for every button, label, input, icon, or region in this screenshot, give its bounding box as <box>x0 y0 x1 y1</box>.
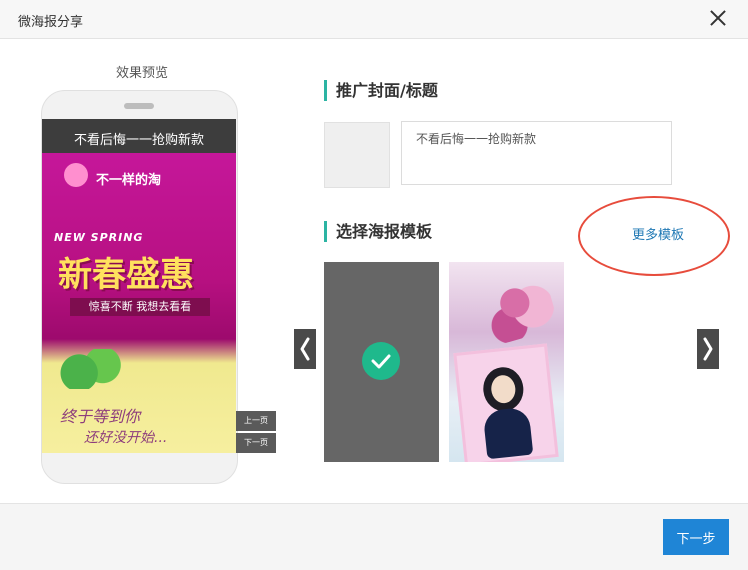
poster-script-line-2: 还好没开始... <box>84 430 168 446</box>
dialog-title: 微海报分享 <box>18 15 84 30</box>
check-icon <box>362 342 400 380</box>
phone-screen: 不看后悔一一抢购新款 不一样的淘 NEW SPRING 新春盛惠 惊喜不断 我想… <box>42 119 236 453</box>
balloon-icon <box>64 163 88 187</box>
template-card-selected[interactable] <box>324 262 439 462</box>
next-step-button[interactable]: 下一步 <box>663 519 729 555</box>
leaves-illustration <box>48 349 126 389</box>
poster-ribbon-text: 惊喜不断 我想去看看 <box>70 298 210 316</box>
cover-image-placeholder[interactable] <box>324 122 390 188</box>
preview-label: 效果预览 <box>116 66 169 81</box>
poster-preview: 不一样的淘 NEW SPRING 新春盛惠 惊喜不断 我想去看看 终于等到你 还… <box>42 153 236 453</box>
close-icon[interactable] <box>708 8 728 28</box>
phone-status-bar <box>42 119 236 129</box>
flower-illustration <box>476 262 560 346</box>
template-card-photo[interactable] <box>449 262 564 462</box>
chevron-left-icon <box>300 337 310 361</box>
phone-speaker <box>124 103 154 109</box>
poster-brand: 不一样的淘 <box>96 173 162 188</box>
promo-title-input[interactable]: 不看后悔一一抢购新款 <box>401 121 672 185</box>
template-section-title: 选择海报模板 <box>324 221 432 242</box>
highlight-oval <box>578 196 730 276</box>
dialog-header: 微海报分享 <box>0 0 748 39</box>
carousel-next-arrow[interactable] <box>697 329 719 369</box>
person-body <box>482 406 534 460</box>
poster-main-text: 新春盛惠 <box>58 255 194 295</box>
phone-preview: 不看后悔一一抢购新款 不一样的淘 NEW SPRING 新春盛惠 惊喜不断 我想… <box>41 90 238 484</box>
photo-frame <box>453 343 559 462</box>
dialog-footer <box>0 503 748 570</box>
next-page-button[interactable]: 下一页 <box>236 433 276 453</box>
chevron-right-icon <box>703 337 713 361</box>
poster-share-dialog: 微海报分享 效果预览 不看后悔一一抢购新款 不一样的淘 NEW SPRING 新… <box>0 0 748 570</box>
poster-script-line-1: 终于等到你 <box>60 407 141 426</box>
promo-section-title: 推广封面/标题 <box>324 80 438 101</box>
carousel-prev-arrow[interactable] <box>294 329 316 369</box>
prev-page-button[interactable]: 上一页 <box>236 411 276 431</box>
poster-spring-text: NEW SPRING <box>54 231 144 244</box>
preview-title: 不看后悔一一抢购新款 <box>42 129 236 153</box>
